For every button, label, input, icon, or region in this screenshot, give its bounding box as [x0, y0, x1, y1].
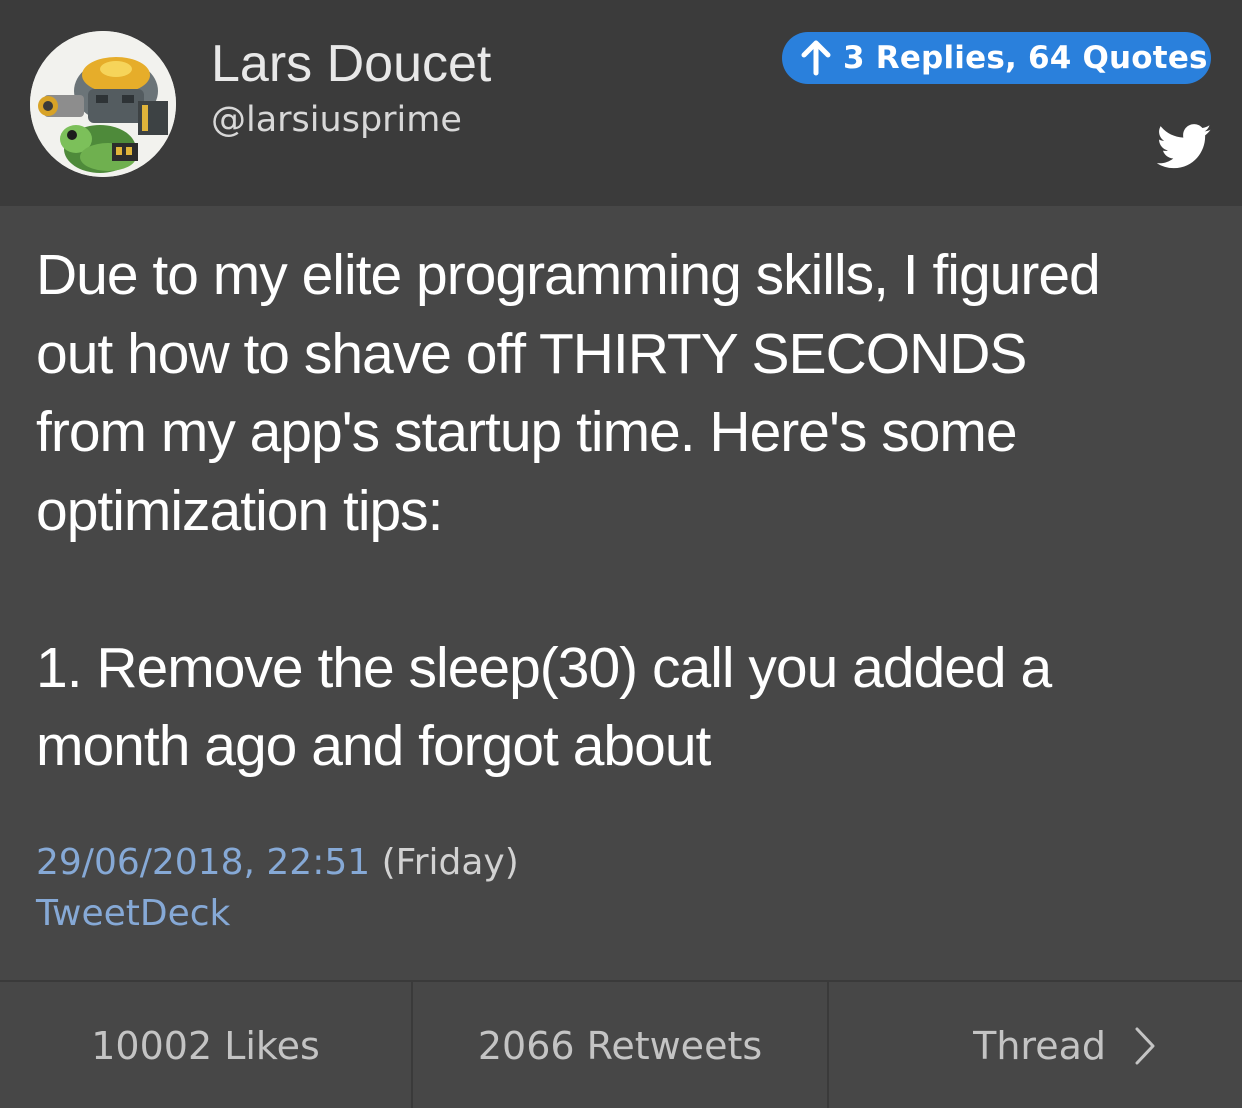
retweets-label: 2066 Retweets	[477, 1024, 763, 1068]
tweet-text: Due to my elite programming skills, I fi…	[36, 243, 1101, 778]
retweets-button[interactable]: 2066 Retweets	[413, 982, 829, 1108]
tweet-meta: 29/06/2018, 22:51 (Friday)	[36, 838, 519, 888]
thread-label: Thread	[973, 1024, 1106, 1068]
tweet-source-link[interactable]: TweetDeck	[36, 890, 230, 938]
author-name[interactable]: Lars Doucet	[211, 34, 491, 94]
likes-button[interactable]: 10002 Likes	[0, 982, 413, 1108]
likes-label: 10002 Likes	[91, 1024, 320, 1068]
twitter-bird-icon[interactable]	[1157, 124, 1212, 170]
author-handle[interactable]: @larsiusprime	[211, 98, 462, 142]
tweet-actions-bar: 10002 Likes 2066 Retweets Thread	[0, 980, 1242, 1108]
replies-quotes-label: 3 Replies, 64 Quotes	[843, 40, 1208, 76]
chevron-right-icon	[1134, 1026, 1156, 1066]
tweet-timestamp[interactable]: 29/06/2018, 22:51	[36, 842, 370, 883]
tweet-header: Lars Doucet @larsiusprime 3 Replies, 64 …	[0, 0, 1242, 206]
avatar[interactable]	[30, 31, 176, 177]
replies-quotes-button[interactable]: 3 Replies, 64 Quotes	[782, 32, 1211, 84]
thread-button[interactable]: Thread	[829, 982, 1242, 1108]
arrow-up-icon	[801, 40, 831, 76]
turtle-robot-avatar-icon	[30, 31, 176, 177]
tweet-weekday: (Friday)	[381, 842, 519, 883]
tweet-detail-card: Lars Doucet @larsiusprime 3 Replies, 64 …	[0, 0, 1242, 1108]
